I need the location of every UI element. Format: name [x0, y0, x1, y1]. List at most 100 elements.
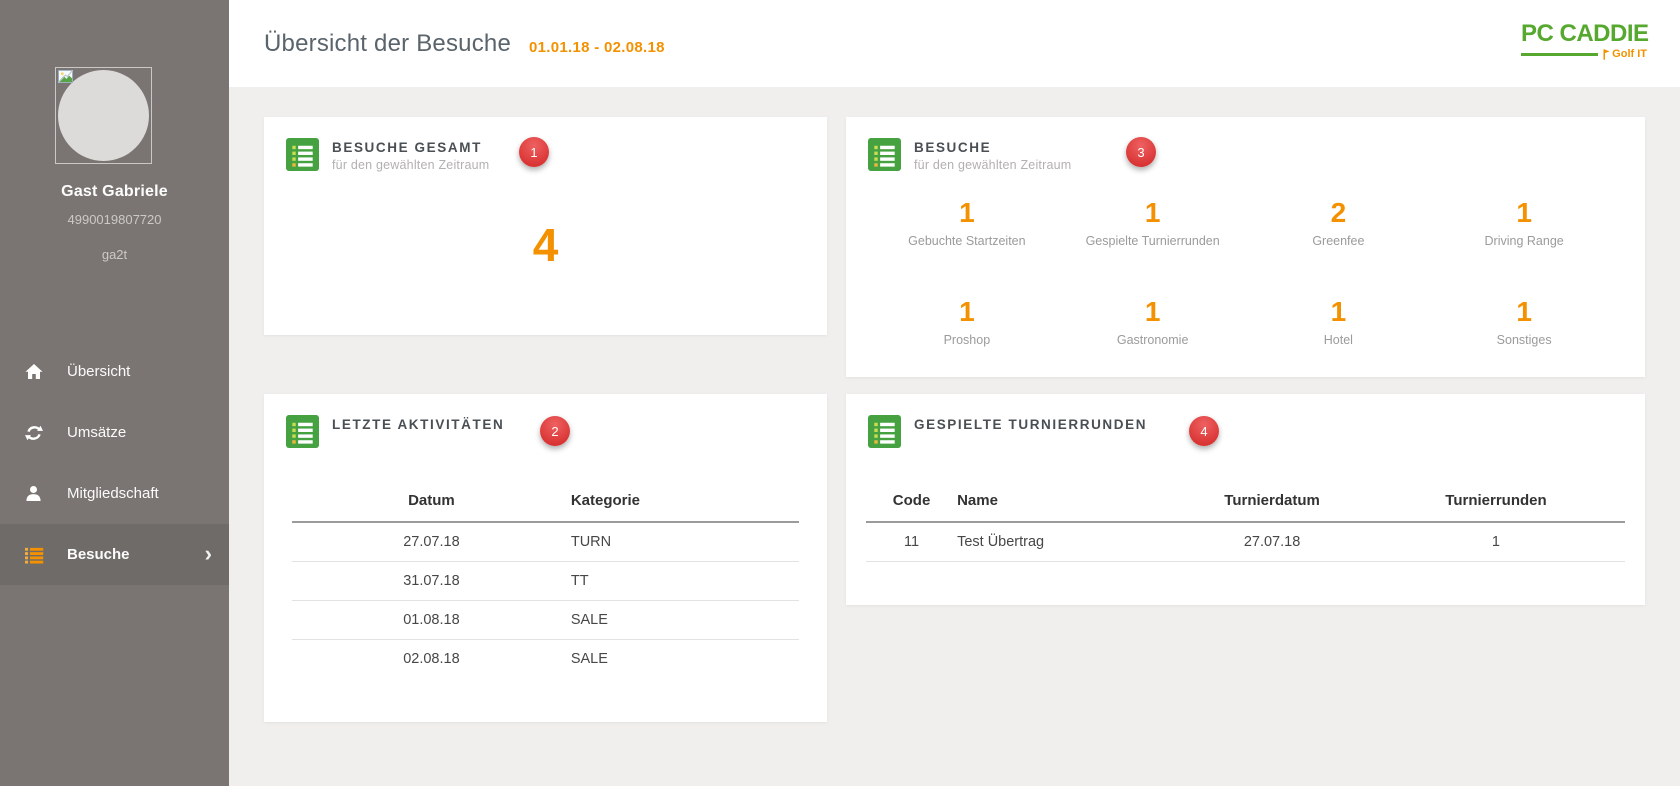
step-badge-2[interactable]: 2 [540, 416, 570, 446]
stat-value: 1 [959, 197, 975, 228]
sync-icon [25, 424, 52, 442]
stat-item: 1 Hotel [1246, 295, 1432, 347]
topbar: Übersicht der Besuche 01.01.18 - 02.08.1… [229, 0, 1680, 87]
stat-label: Driving Range [1484, 233, 1564, 248]
stat-item: 1 Driving Range [1431, 197, 1617, 248]
dashboard-content: BESUCHE GESAMT für den gewählten Zeitrau… [229, 87, 1680, 786]
sidebar-item-mitgliedschaft[interactable]: Mitgliedschaft [0, 463, 229, 524]
sidebar-item-besuche[interactable]: Besuche › [0, 524, 229, 585]
broken-image-icon [58, 70, 73, 83]
card-gespielte-turnierrunden: GESPIELTE TURNIERRUNDEN 4 Code Name Turn… [846, 394, 1645, 605]
username: ga2t [101, 247, 128, 262]
sidebar: Gast Gabriele 4990019807720 ga2t Übersic… [0, 0, 229, 786]
stat-item: 1 Gastronomie [1060, 295, 1246, 347]
card-title: BESUCHE [914, 140, 992, 155]
stat-value: 1 [959, 295, 975, 327]
stat-label: Proshop [943, 332, 991, 347]
card-title: GESPIELTE TURNIERRUNDEN [914, 417, 1148, 432]
card-title: BESUCHE GESAMT [332, 140, 482, 155]
card-besuche-gesamt: BESUCHE GESAMT für den gewählten Zeitrau… [264, 117, 827, 335]
logo-subtext: Golf IT [1603, 48, 1647, 60]
table-cell-kategorie: SALE [570, 600, 799, 640]
table-cell-datum: 27.07.18 [292, 522, 571, 562]
chevron-right-icon: › [204, 540, 212, 566]
stat-label: Gebuchte Startzeiten [908, 233, 1026, 248]
tournament-rounds-table: Code Name Turnierdatum Turnierrunden 11 … [866, 482, 1625, 562]
home-icon [25, 363, 52, 380]
stat-label: Greenfee [1312, 233, 1365, 248]
sidebar-item-label: Mitgliedschaft [67, 485, 159, 502]
stat-value: 1 [1516, 197, 1532, 228]
stat-label: Gespielte Turnierrunden [1085, 233, 1220, 248]
table-cell-kategorie: TT [570, 561, 799, 601]
stat-value: 1 [1330, 295, 1347, 327]
pc-caddie-logo: PC CADDIE Golf IT [1521, 20, 1649, 60]
stat-value: 2 [1330, 197, 1347, 228]
table-cell-turnierdatum: 27.07.18 [1177, 522, 1367, 562]
stat-label: Hotel [1323, 332, 1353, 347]
stat-value: 1 [1144, 197, 1161, 228]
user-name: Gast Gabriele [61, 183, 168, 200]
page-title: Übersicht der Besuche [264, 29, 511, 57]
step-badge-3[interactable]: 3 [1126, 137, 1156, 167]
table-cell-kategorie: TURN [570, 522, 799, 562]
sidebar-item-label: Besuche [67, 546, 130, 563]
card-title: LETZTE AKTIVITÄTEN [332, 417, 505, 432]
sidebar-item-label: Übersicht [67, 363, 131, 380]
column-header-turnierrunden: Turnierrunden [1366, 482, 1625, 523]
column-header-name: Name [957, 482, 1178, 523]
stat-item: 1 Gebuchte Startzeiten [874, 197, 1060, 248]
table-row: 02.08.18 SALE [292, 640, 799, 679]
stat-value: 1 [1516, 295, 1532, 327]
stat-item: 1 Gespielte Turnierrunden [1060, 197, 1246, 248]
sidebar-item-umsaetze[interactable]: Umsätze [0, 402, 229, 463]
logo-underline [1521, 52, 1599, 56]
table-cell-datum: 01.08.18 [292, 600, 571, 640]
step-badge-4[interactable]: 4 [1189, 416, 1219, 446]
table-header-row: Code Name Turnierdatum Turnierrunden [866, 482, 1625, 523]
card-subtitle: für den gewählten Zeitraum [332, 158, 490, 172]
activities-table: Datum Kategorie 27.07.18 TURN 31.07.18 T… [292, 482, 799, 678]
card-besuche: BESUCHE für den gewählten Zeitraum 3 1 G… [846, 117, 1645, 377]
list-icon [868, 138, 901, 171]
table-row: 01.08.18 SALE [292, 600, 799, 640]
stat-item: 1 Sonstiges [1431, 295, 1617, 347]
column-header-turnierdatum: Turnierdatum [1177, 482, 1367, 523]
stat-value: 1 [1144, 295, 1161, 327]
avatar [55, 67, 152, 164]
stat-item: 1 Proshop [874, 295, 1060, 347]
sidebar-nav: Übersicht Umsätze Mitgliedschaft Besuche… [0, 341, 229, 585]
list-icon [286, 138, 319, 171]
table-cell-turnierrunden: 1 [1366, 522, 1625, 562]
table-cell-code: 11 [866, 522, 958, 562]
step-badge-1[interactable]: 1 [519, 137, 549, 167]
stat-label: Sonstiges [1496, 332, 1552, 347]
member-id: 4990019807720 [67, 212, 162, 227]
stat-label: Gastronomie [1116, 332, 1189, 347]
member-icon [25, 485, 52, 502]
sidebar-item-label: Umsätze [67, 424, 127, 441]
sidebar-item-uebersicht[interactable]: Übersicht [0, 341, 229, 402]
column-header-datum: Datum [292, 482, 571, 523]
table-cell-datum: 02.08.18 [403, 651, 460, 667]
main-area: Übersicht der Besuche 01.01.18 - 02.08.1… [229, 0, 1680, 786]
column-header-code: Code [866, 482, 958, 523]
table-row: 11 Test Übertrag 27.07.18 1 [866, 522, 1625, 562]
card-letzte-aktivitaeten: LETZTE AKTIVITÄTEN 2 Datum Kategorie 27.… [264, 394, 827, 722]
stat-item: 2 Greenfee [1246, 197, 1432, 248]
table-header-row: Datum Kategorie [292, 482, 799, 523]
date-range-label: 01.01.18 - 02.08.18 [529, 38, 665, 56]
logo-text: PC CADDIE [1521, 20, 1649, 47]
table-cell-name: Test Übertrag [957, 522, 1178, 562]
column-header-kategorie: Kategorie [570, 482, 799, 523]
golf-flag-icon [1603, 49, 1610, 60]
total-visits-value: 4 [532, 219, 559, 271]
table-cell-kategorie: SALE [570, 651, 608, 667]
table-row: 27.07.18 TURN [292, 522, 799, 562]
table-row: 31.07.18 TT [292, 561, 799, 601]
table-cell-datum: 31.07.18 [292, 561, 571, 601]
card-subtitle: für den gewählten Zeitraum [914, 158, 1072, 172]
list-icon [25, 546, 52, 564]
avatar-placeholder-circle [58, 70, 149, 161]
list-icon [868, 415, 901, 448]
